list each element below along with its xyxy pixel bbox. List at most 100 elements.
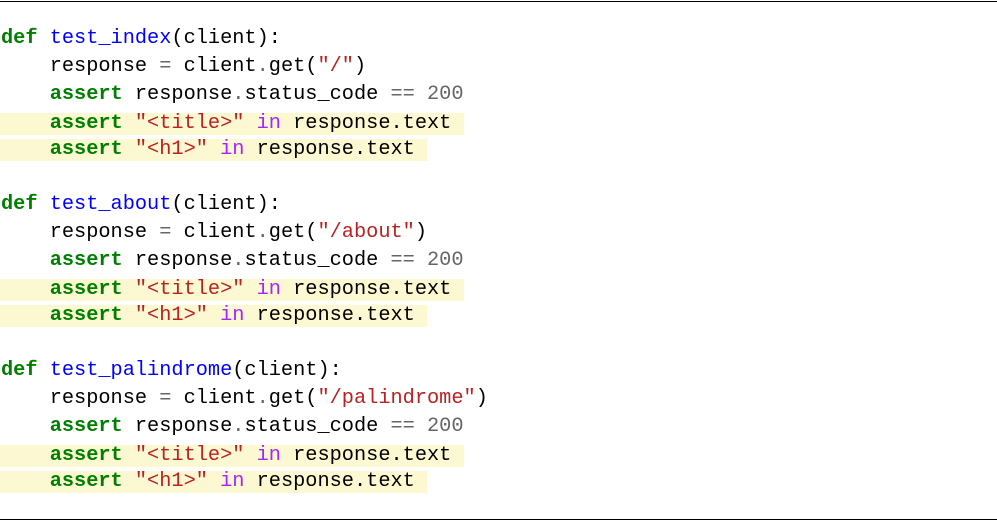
code-line: assert "<title>" in response.text xyxy=(0,279,464,301)
code-token: assert xyxy=(49,278,123,301)
code-token: "/about" xyxy=(317,221,415,244)
code-token: get( xyxy=(268,55,318,78)
code-token: response xyxy=(244,470,354,493)
code-token: text xyxy=(402,444,452,467)
code-token: . xyxy=(256,387,269,410)
code-token: == xyxy=(390,415,415,438)
code-token: text xyxy=(402,278,452,301)
code-token: . xyxy=(353,470,367,493)
code-token: . xyxy=(353,138,367,161)
code-token: in xyxy=(220,304,245,327)
code-line: def test_index(client): xyxy=(0,28,281,50)
code-token: . xyxy=(256,55,269,78)
code-token: test_index xyxy=(49,27,172,50)
code-token: in xyxy=(256,278,281,301)
code-token: in xyxy=(220,470,245,493)
code-token: response xyxy=(280,112,391,135)
code-token: client xyxy=(171,221,257,244)
code-token: = xyxy=(159,55,172,78)
code-token: = xyxy=(159,387,172,410)
code-token: status_code xyxy=(244,249,391,272)
code-token: 200 xyxy=(427,83,464,106)
code-token: text xyxy=(366,138,415,161)
code-token: ) xyxy=(414,221,428,244)
code-token: test_palindrome xyxy=(49,359,233,382)
code-token: client xyxy=(171,387,257,410)
code-token: status_code xyxy=(244,415,391,438)
code-token: (client): xyxy=(232,359,342,382)
code-token: text xyxy=(402,112,452,135)
code-token: response xyxy=(122,415,233,438)
code-token: . xyxy=(390,278,403,301)
code-token: def xyxy=(1,359,38,382)
code-line: def test_about(client): xyxy=(0,194,281,216)
code-token: 200 xyxy=(427,249,464,272)
code-token: assert xyxy=(49,112,123,135)
code-token: response xyxy=(280,278,391,301)
code-token: . xyxy=(232,83,245,106)
code-token: response xyxy=(244,138,354,161)
code-token: == xyxy=(390,83,415,106)
code-token: assert xyxy=(49,138,123,161)
code-token: "<h1>" xyxy=(134,138,208,161)
code-token: "<title>" xyxy=(134,112,245,135)
code-line: response = client.get("/about") xyxy=(0,222,427,244)
code-token: in xyxy=(256,444,281,467)
code-token: assert xyxy=(49,249,123,272)
code-line: assert "<h1>" in response.text xyxy=(0,139,427,161)
code-token: . xyxy=(390,444,403,467)
code-line: response = client.get("/") xyxy=(0,56,366,78)
code-token: get( xyxy=(268,387,318,410)
code-token: response xyxy=(280,444,391,467)
code-token: 200 xyxy=(427,415,464,438)
code-token: "/palindrome" xyxy=(317,387,476,410)
top-rule xyxy=(0,1,997,2)
code-token: . xyxy=(232,415,245,438)
code-token: assert xyxy=(49,470,123,493)
code-token: response xyxy=(244,304,354,327)
code-token: == xyxy=(390,249,415,272)
code-token: = xyxy=(159,221,172,244)
code-line: assert response.status_code == 200 xyxy=(0,250,464,272)
bottom-rule xyxy=(0,519,997,520)
code-line: assert "<h1>" in response.text xyxy=(0,305,427,327)
code-token: def xyxy=(1,193,38,216)
code-token: client xyxy=(171,55,257,78)
code-token: . xyxy=(232,249,245,272)
code-token: in xyxy=(220,138,245,161)
code-token: response xyxy=(49,55,160,78)
code-token: . xyxy=(353,304,367,327)
code-token: . xyxy=(390,112,403,135)
code-token: (client): xyxy=(171,27,281,50)
code-line: assert "<h1>" in response.text xyxy=(0,471,427,493)
code-line: assert response.status_code == 200 xyxy=(0,84,464,106)
code-token: get( xyxy=(268,221,318,244)
code-line: assert response.status_code == 200 xyxy=(0,416,464,438)
code-token: assert xyxy=(49,444,123,467)
code-token: "<h1>" xyxy=(134,470,208,493)
